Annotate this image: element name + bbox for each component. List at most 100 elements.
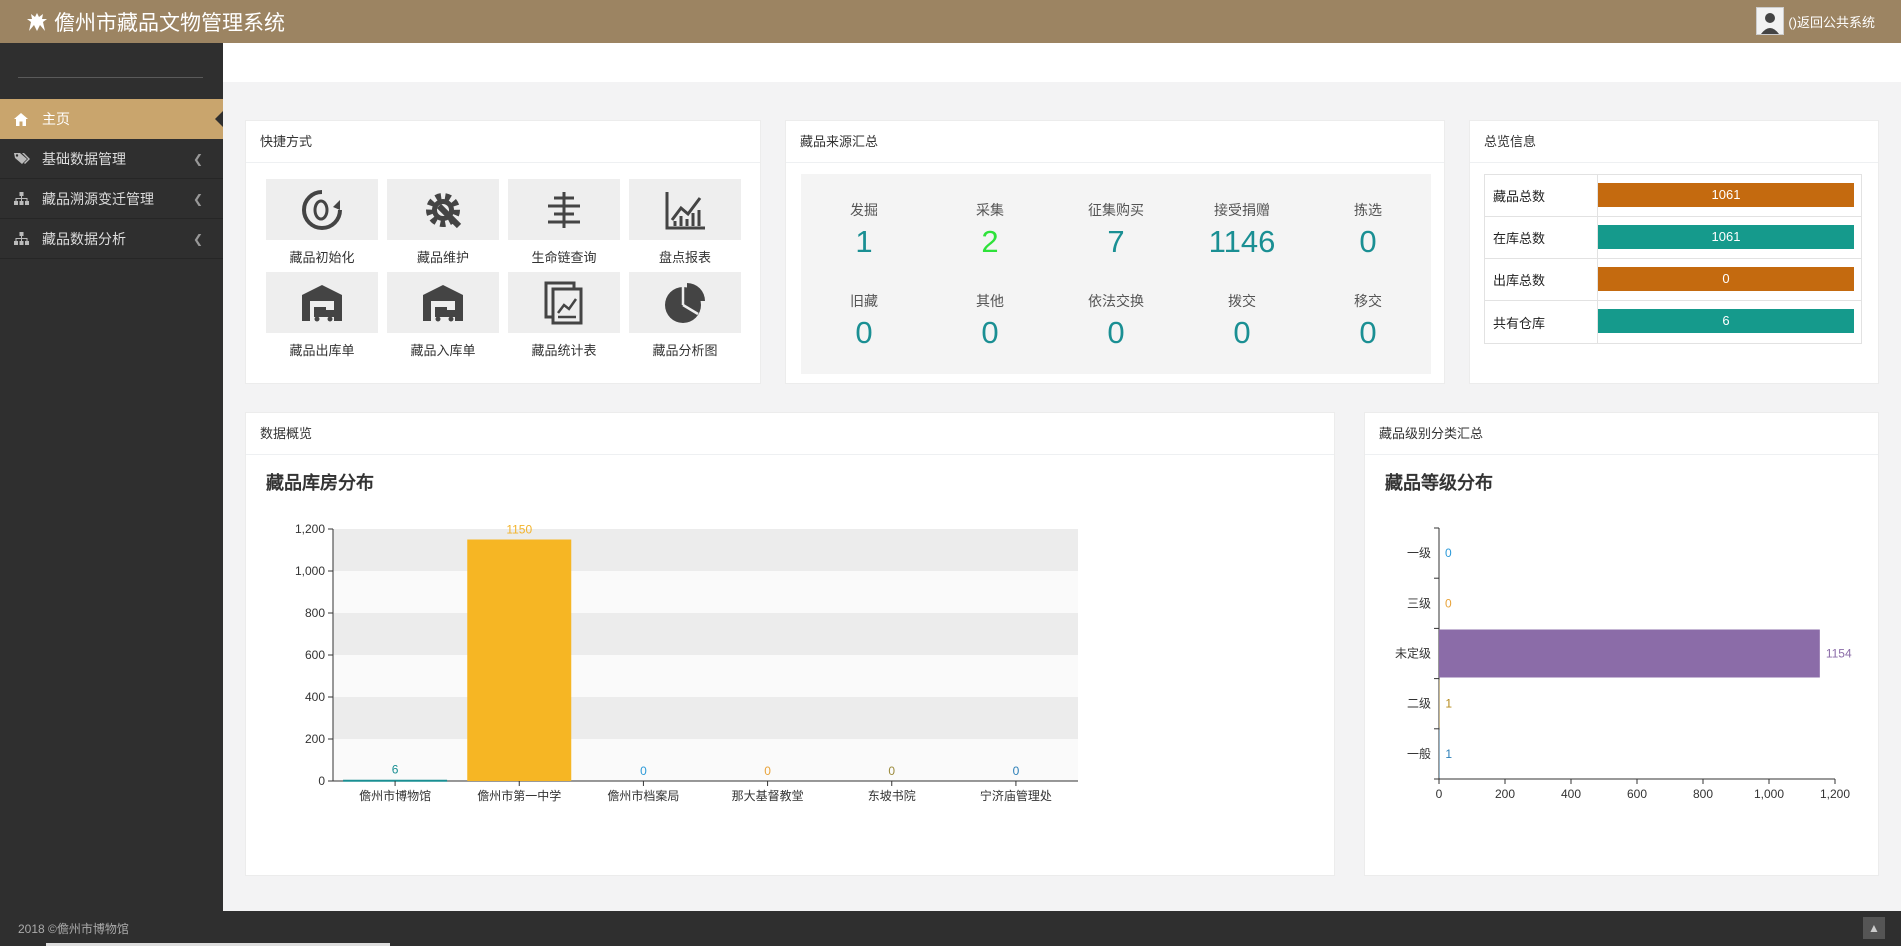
pie-chart-icon — [665, 282, 705, 323]
y-tick-label: 未定级 — [1395, 646, 1431, 661]
app-logo[interactable]: 儋州市藏品文物管理系统 — [26, 7, 285, 37]
overview-bar: 1061 — [1598, 183, 1854, 207]
documents-icon — [544, 281, 583, 324]
warehouse-truck-icon — [423, 284, 463, 321]
x-tick-label: 儋州市档案局 — [607, 788, 679, 803]
shortcut-label: 藏品统计表 — [531, 343, 597, 358]
shortcut-inventory-report[interactable]: 盘点报表 — [629, 179, 741, 266]
data-label: 0 — [888, 764, 895, 778]
shortcut-analysis-chart[interactable]: 藏品分析图 — [629, 272, 741, 359]
y-tick-label: 400 — [305, 690, 325, 704]
y-tick-label: 600 — [305, 648, 325, 662]
grid-band — [333, 529, 1078, 571]
overview-table: 藏品总数 1061 在库总数 1061 出库总数 0 共有仓库 6 — [1484, 174, 1862, 344]
data-label: 0 — [1013, 764, 1020, 778]
home-icon — [14, 112, 32, 126]
x-tick-label: 200 — [1495, 787, 1515, 801]
sitemap-icon — [14, 232, 32, 245]
bar — [467, 539, 572, 781]
x-tick-label: 儋州市第一中学 — [477, 788, 561, 803]
data-label: 0 — [764, 764, 771, 778]
overview-bar: 1061 — [1598, 225, 1854, 249]
x-tick-label: 1,000 — [1754, 787, 1784, 801]
content-top-bar — [223, 43, 1901, 82]
x-tick-label: 600 — [1627, 787, 1647, 801]
chevron-up-icon[interactable]: ▲ — [1863, 917, 1885, 939]
sidebar-item-traceability[interactable]: 藏品溯源变迁管理 ❮ — [0, 179, 223, 219]
overview-row-total: 藏品总数 1061 — [1485, 175, 1861, 217]
source-stat-legal-exchange: 依法交换 0 — [1088, 293, 1144, 350]
sidebar-item-label: 藏品溯源变迁管理 — [42, 190, 154, 207]
sidebar: 主页 基础数据管理 ❮ 藏品溯源变迁管理 ❮ 藏品数据分析 ❮ — [0, 43, 223, 911]
sidebar-item-label: 基础数据管理 — [42, 150, 126, 167]
y-tick-label: 200 — [305, 732, 325, 746]
x-tick-label: 宁济庙管理处 — [980, 788, 1052, 803]
shortcut-statistics-table[interactable]: 藏品统计表 — [508, 272, 620, 359]
overview-row-out-stock: 出库总数 0 — [1485, 259, 1861, 301]
panel-title: 总览信息 — [1470, 121, 1878, 163]
sidebar-item-home[interactable]: 主页 — [0, 99, 223, 139]
app-header: 儋州市藏品文物管理系统 ()返回公共系统 — [0, 0, 1901, 43]
gear-wrench-icon — [426, 192, 462, 228]
warehouse-truck-icon — [302, 284, 342, 321]
sidebar-item-label: 藏品数据分析 — [42, 230, 126, 247]
shortcut-label: 生命链查询 — [531, 250, 597, 265]
source-stat-transfer: 移交 0 — [1354, 293, 1382, 350]
shortcut-lifecycle-query[interactable]: 生命链查询 — [508, 179, 620, 266]
user-avatar[interactable] — [1756, 7, 1785, 35]
x-tick-label: 400 — [1561, 787, 1581, 801]
y-tick-label: 1,000 — [295, 564, 325, 578]
shortcut-label: 藏品入库单 — [410, 343, 476, 358]
sidebar-divider — [18, 77, 203, 78]
data-label: 6 — [392, 763, 399, 777]
data-label: 1 — [1445, 747, 1452, 761]
overview-row-in-stock: 在库总数 1061 — [1485, 217, 1861, 259]
align-center-icon — [548, 191, 580, 228]
source-stat-other: 其他 0 — [976, 293, 1004, 350]
source-stat-old-collection: 旧藏 0 — [850, 293, 878, 350]
shortcut-collection-maintain[interactable]: 藏品维护 — [387, 179, 499, 266]
sidebar-item-label: 主页 — [42, 111, 70, 127]
data-overview-panel: 数据概览 藏品库房分布 0 200 400 600 800 1,000 1,200 6 儋州市博… — [245, 412, 1335, 876]
source-stat-donation: 接受捐赠 1146 — [1208, 202, 1276, 259]
source-stat-purchase: 征集购买 7 — [1088, 202, 1144, 259]
panel-title: 快捷方式 — [246, 121, 760, 163]
app-title: 儋州市藏品文物管理系统 — [54, 11, 285, 35]
sitemap-icon — [14, 192, 32, 205]
data-label: 1154 — [1826, 647, 1852, 661]
museum-logo-icon — [27, 12, 47, 31]
data-label: 1 — [1445, 697, 1452, 711]
tags-icon — [14, 152, 32, 165]
source-stats-box: 发掘 1 采集 2 征集购买 7 接受捐赠 1146 拣选 0 旧藏 0 其他 0 依法交换 0… — [801, 174, 1431, 374]
y-tick-label: 800 — [305, 606, 325, 620]
panel-title: 藏品级别分类汇总 — [1365, 413, 1878, 455]
panel-title: 藏品来源汇总 — [786, 121, 1444, 163]
x-tick-label: 东坡书院 — [868, 789, 916, 803]
line-chart-icon — [665, 191, 705, 229]
data-label: 0 — [1445, 546, 1452, 560]
grid-band — [333, 739, 1078, 781]
shortcut-inbound-order[interactable]: 藏品入库单 — [387, 272, 499, 359]
sidebar-item-basic-data[interactable]: 基础数据管理 ❮ — [0, 139, 223, 179]
overview-bar: 0 — [1598, 267, 1854, 291]
overview-row-warehouses: 共有仓库 6 — [1485, 301, 1861, 343]
shortcut-collection-init[interactable]: 藏品初始化 — [266, 179, 378, 266]
y-tick-label: 0 — [318, 774, 325, 788]
source-stat-excavation: 发掘 1 — [850, 202, 878, 259]
return-public-system-link[interactable]: ()返回公共系统 — [1788, 12, 1875, 31]
overview-bar: 6 — [1598, 309, 1854, 333]
level-distribution-chart: 0 200 400 600 800 1,000 1,200一级 0三级 0未定级 1154二级 1一… — [1395, 527, 1852, 801]
sidebar-item-data-analysis[interactable]: 藏品数据分析 ❮ — [0, 219, 223, 259]
grid-band — [333, 655, 1078, 697]
chevron-left-icon: ❮ — [192, 231, 203, 246]
shortcut-outbound-order[interactable]: 藏品出库单 — [266, 272, 378, 359]
x-tick-label: 儋州市博物馆 — [359, 788, 431, 803]
data-label: 0 — [640, 764, 647, 778]
x-tick-label: 1,200 — [1820, 787, 1850, 801]
source-stat-allocation: 拨交 0 — [1228, 293, 1256, 350]
grid-band — [333, 697, 1078, 739]
data-label: 0 — [1445, 596, 1452, 610]
y-tick-label: 三级 — [1407, 596, 1431, 610]
x-tick-label: 0 — [1436, 787, 1443, 801]
chevron-left-icon: ❮ — [192, 191, 203, 206]
